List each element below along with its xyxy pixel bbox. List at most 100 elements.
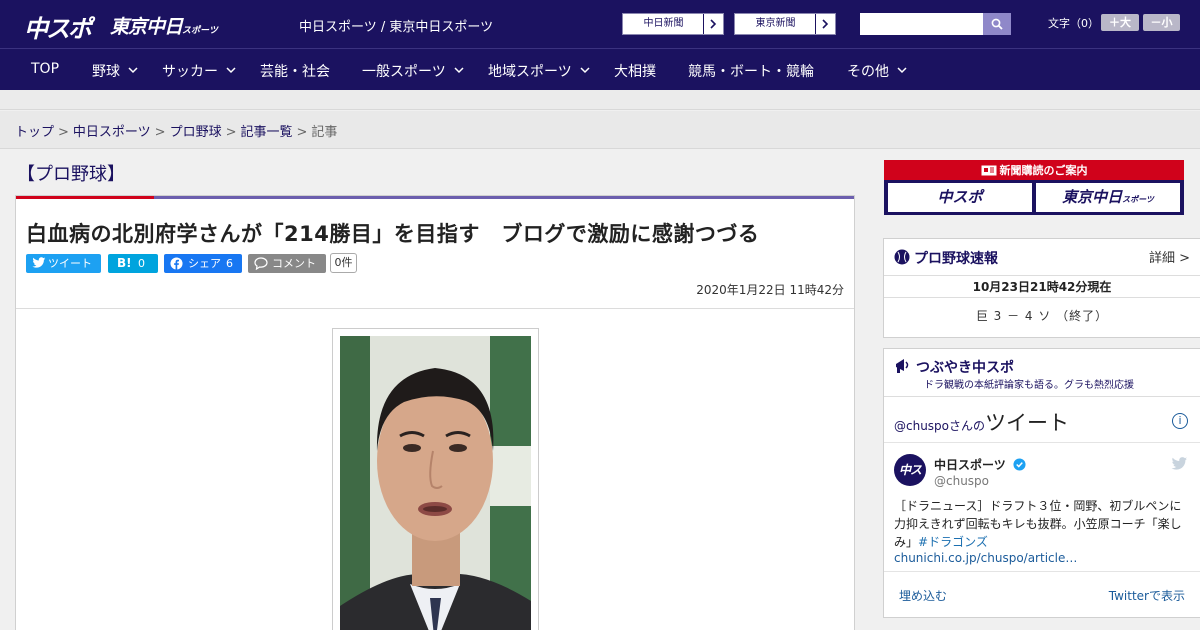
nav-label: 一般スポーツ bbox=[362, 64, 446, 80]
tokyo-subscribe-text: 東京中日 bbox=[1062, 188, 1123, 206]
chevron-down-icon bbox=[897, 62, 907, 78]
site-title[interactable]: 中日スポーツ / 東京中日スポーツ bbox=[299, 16, 493, 35]
tweets-subtitle: ドラ観戦の本紙評論家も語る。グラも熱烈応援 bbox=[924, 380, 1134, 391]
nav-label: 地域スポーツ bbox=[488, 64, 572, 80]
breadcrumb-pro-baseball[interactable]: プロ野球 bbox=[170, 125, 222, 140]
search-input[interactable] bbox=[860, 13, 983, 35]
baseball-score-panel: プロ野球速報 詳細 > 10月23日21時42分現在 巨 3 － 4 ソ （終了… bbox=[883, 238, 1200, 338]
comment-label: コメント bbox=[272, 257, 316, 270]
ad-band bbox=[0, 90, 1200, 110]
article-card: 白血病の北別府学さんが「214勝目」を目指す ブログで激励に感謝つづる ツイート… bbox=[15, 195, 855, 630]
article-photo-frame bbox=[332, 328, 539, 630]
facebook-label: シェア bbox=[188, 257, 221, 270]
tweet-button[interactable]: ツイート bbox=[26, 254, 101, 273]
font-larger-button[interactable]: ＋大 bbox=[1101, 14, 1139, 31]
facebook-count: 6 bbox=[226, 257, 233, 270]
facebook-share-button[interactable]: シェア 6 bbox=[164, 254, 242, 273]
tokyo-chunichi-logo[interactable]: 東京中日スポーツ bbox=[110, 12, 218, 39]
avatar[interactable]: 中スポ bbox=[894, 454, 926, 509]
font-size-label: 文字（0） bbox=[1048, 17, 1099, 30]
nav-label: TOP bbox=[31, 61, 60, 77]
hatena-icon: B! bbox=[117, 256, 132, 270]
tweets-title: つぶやき中スポ bbox=[916, 360, 1014, 376]
nav-item-racing[interactable]: 競馬・ボート・競輪 bbox=[688, 61, 814, 81]
scores-timestamp: 10月23日21時42分現在 bbox=[884, 275, 1200, 298]
nav-item-general-sports[interactable]: 一般スポーツ bbox=[362, 61, 464, 81]
nav-label: 野球 bbox=[92, 64, 120, 80]
breadcrumb-separator: > bbox=[58, 125, 69, 140]
chuspo-subscribe-box[interactable]: 中スポ bbox=[888, 183, 1032, 212]
accent-bar-purple bbox=[154, 196, 854, 199]
tokyo-shimbun-link[interactable]: 東京新聞 bbox=[734, 13, 836, 35]
nav-item-other[interactable]: その他 bbox=[847, 61, 907, 81]
section-label: 【プロ野球】 bbox=[17, 164, 125, 185]
search-icon bbox=[991, 18, 1003, 30]
article-date: 2020年1月22日 11時42分 bbox=[696, 283, 844, 297]
verified-badge-icon bbox=[1013, 458, 1026, 471]
main-nav: TOP 野球 サッカー 芸能・社会 一般スポーツ 地域スポーツ 大相撲 競馬・ボ… bbox=[0, 48, 1200, 90]
font-smaller-button[interactable]: －小 bbox=[1143, 14, 1180, 31]
hatena-bookmark-button[interactable]: B! 0 bbox=[108, 254, 158, 273]
divider bbox=[884, 571, 1200, 572]
banner-title-text: 新聞購読のご案内 bbox=[999, 164, 1088, 177]
chevron-right-icon bbox=[815, 14, 835, 34]
breadcrumb-separator: > bbox=[225, 125, 237, 140]
timeline-suffix: さんの bbox=[949, 419, 986, 433]
tokyo-subscribe-small: スポーツ bbox=[1122, 195, 1154, 204]
chevron-down-icon bbox=[580, 62, 590, 78]
article-photo[interactable] bbox=[340, 336, 531, 630]
tweet-hashtag[interactable]: #ドラゴンズ bbox=[918, 535, 988, 549]
view-on-twitter-link[interactable]: Twitterで表示 bbox=[1109, 587, 1185, 604]
baseball-icon bbox=[894, 249, 910, 265]
newspaper-icon bbox=[981, 165, 996, 176]
nav-item-soccer[interactable]: サッカー bbox=[162, 61, 236, 81]
scores-title: プロ野球速報 bbox=[914, 251, 998, 267]
twitter-bird-icon bbox=[32, 257, 46, 268]
tweet-link[interactable]: chunichi.co.jp/chuspo/article… bbox=[894, 551, 1077, 565]
accent-bar-red bbox=[16, 196, 154, 199]
nav-item-entertainment[interactable]: 芸能・社会 bbox=[260, 61, 330, 81]
chevron-right-icon bbox=[703, 14, 723, 34]
nav-item-regional-sports[interactable]: 地域スポーツ bbox=[488, 61, 590, 81]
score-game[interactable]: 巨 3 － 4 ソ （終了） bbox=[884, 307, 1200, 324]
chunichi-shimbun-link[interactable]: 中日新聞 bbox=[622, 13, 724, 35]
article-headline: 白血病の北別府学さんが「214勝目」を目指す ブログで激励に感謝つづる bbox=[26, 222, 760, 246]
chevron-down-icon bbox=[226, 62, 236, 78]
nav-label: 大相撲 bbox=[614, 64, 656, 80]
comment-count: 0件 bbox=[330, 253, 357, 273]
nav-item-top[interactable]: TOP bbox=[31, 61, 59, 77]
tweet-author-name[interactable]: 中日スポーツ bbox=[934, 456, 1026, 473]
tokyo-chunichi-subscribe-box[interactable]: 東京中日スポーツ bbox=[1036, 183, 1180, 212]
nav-item-baseball[interactable]: 野球 bbox=[92, 61, 138, 81]
comment-bubble-icon bbox=[254, 257, 268, 270]
subscription-banner-title: 新聞購読のご案内 bbox=[884, 162, 1184, 178]
timeline-big: ツイート bbox=[985, 411, 1070, 435]
tokyo-link-label: 東京新聞 bbox=[755, 18, 796, 29]
breadcrumb-separator: > bbox=[296, 125, 308, 140]
nav-label: 芸能・社会 bbox=[260, 64, 330, 80]
portrait-illustration bbox=[340, 336, 531, 630]
scores-details-link[interactable]: 詳細 > bbox=[1149, 247, 1190, 266]
breadcrumb-article-list[interactable]: 記事一覧 bbox=[241, 125, 293, 140]
tweet-text: ［ドラニュース］ドラフト３位・岡野、初ブルペンに力抑えきれず回転もキレも抜群。小… bbox=[894, 497, 1190, 551]
twitter-bird-icon[interactable] bbox=[1171, 457, 1188, 471]
nav-label: 競馬・ボート・競輪 bbox=[688, 64, 814, 80]
tokyo-logo-small: スポーツ bbox=[182, 26, 218, 36]
chuspo-logo[interactable]: 中スポ bbox=[24, 9, 92, 44]
breadcrumb-current: 記事 bbox=[311, 125, 338, 140]
comment-button[interactable]: コメント bbox=[248, 254, 326, 273]
breadcrumb-chunichi-sports[interactable]: 中日スポーツ bbox=[73, 125, 151, 140]
breadcrumb-top[interactable]: トップ bbox=[15, 125, 54, 140]
nav-item-sumo[interactable]: 大相撲 bbox=[614, 61, 656, 81]
breadcrumb: トップ > 中日スポーツ > プロ野球 > 記事一覧 > 記事 bbox=[15, 121, 337, 140]
search-button[interactable] bbox=[983, 13, 1011, 35]
info-icon[interactable]: i bbox=[1172, 413, 1188, 429]
tweet-author-handle[interactable]: @chuspo bbox=[934, 474, 989, 488]
chevron-down-icon bbox=[128, 62, 138, 78]
tweet-label: ツイート bbox=[48, 257, 92, 270]
divider bbox=[884, 442, 1200, 443]
divider bbox=[16, 308, 854, 309]
facebook-icon bbox=[170, 257, 183, 270]
timeline-handle[interactable]: @chuspo bbox=[894, 419, 949, 433]
embed-link[interactable]: 埋め込む bbox=[899, 587, 947, 604]
